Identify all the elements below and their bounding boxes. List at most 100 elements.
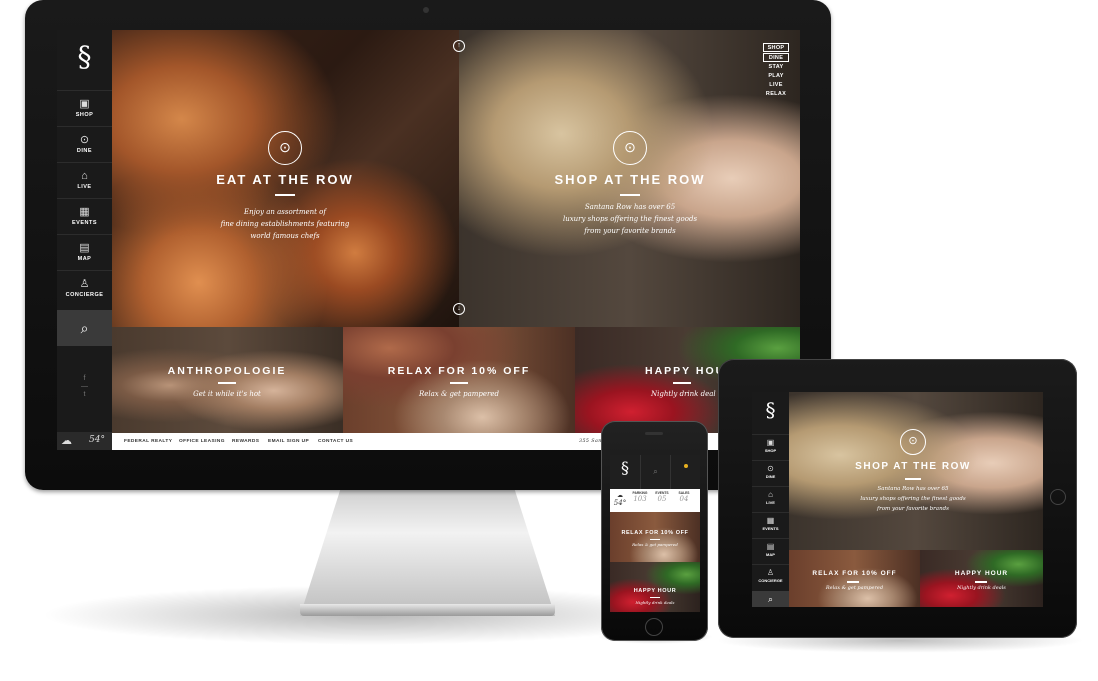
topnav-shop[interactable]: SHOP	[763, 43, 789, 52]
promo-rule	[650, 539, 660, 540]
mobile-stats-bar: ☁ 54° PARKING 103 EVENTS 05 SALES 04	[610, 489, 700, 512]
search-icon[interactable]: ⌕	[640, 455, 670, 489]
stat-sales[interactable]: SALES 04	[676, 491, 692, 503]
topnav-play[interactable]: PLAY	[763, 72, 789, 81]
promo-happy-hour[interactable]: HAPPY HOUR Nightly drink deals	[610, 562, 700, 612]
footer-link[interactable]: EMAIL SIGN UP	[268, 433, 309, 450]
brand-logo-icon[interactable]: §	[610, 458, 640, 486]
hero-subtitle: Santana Row has over 65 luxury shops offe…	[562, 203, 698, 235]
cloud-icon: ☁	[61, 435, 72, 447]
topnav-relax[interactable]: RELAX	[763, 90, 789, 99]
promo-subtitle: Nightly drink deals	[635, 600, 675, 605]
sidebar-item-label: MAP	[766, 552, 775, 557]
promo-anthropologie[interactable]: ANTHROPOLOGIE Get it while it's hot	[112, 327, 343, 433]
sidebar-item-map[interactable]: ▤ MAP	[57, 234, 112, 270]
topnav-stay[interactable]: STAY	[763, 63, 789, 72]
scroll-down-icon[interactable]: ↓	[453, 303, 465, 315]
promo-rule	[975, 581, 987, 583]
sidebar-item-events[interactable]: ▦ EVENTS	[57, 198, 112, 234]
sidebar-item-dine[interactable]: ⊙ DINE	[57, 126, 112, 162]
search-button[interactable]: ⌕	[57, 310, 112, 346]
hero-subtitle: Santana Row has over 65 luxury shops offe…	[860, 486, 966, 512]
desktop-website: § ▣ SHOP ⊙ DINE ⌂ LIVE ▦ EVENTS ▤ MAP ♙ CONCIE…	[57, 30, 800, 450]
hero-shop-panel[interactable]: ⊙ SHOP AT THE ROW Santana Row has over 6…	[459, 30, 800, 327]
home-button-icon	[645, 618, 663, 636]
notification-dot-icon	[684, 464, 688, 468]
sidebar-item-live[interactable]: ⌂ LIVE	[57, 162, 112, 198]
social-divider: —	[81, 383, 88, 390]
promo-relax[interactable]: RELAX FOR 10% OFF Relax & get pampered	[610, 512, 700, 562]
sidebar-item-label: CONCIERGE	[65, 292, 104, 298]
plate-icon: ⊙	[767, 464, 774, 473]
sidebar-item-label: CONCIERGE	[758, 578, 783, 583]
promo-title: HAPPY HOUR	[633, 588, 677, 594]
promo-title: RELAX FOR 10% OFF	[387, 365, 531, 377]
apple-logo-icon	[417, 458, 435, 478]
hero-rule	[620, 194, 640, 196]
footer-link[interactable]: OFFICE LEASING	[179, 433, 225, 450]
footer-link[interactable]: CONTACT US	[318, 433, 353, 450]
facebook-icon[interactable]: f	[57, 375, 112, 382]
brand-logo-icon[interactable]: §	[57, 40, 112, 80]
promo-happy-hour[interactable]: HAPPY HOUR Nightly drink deals	[920, 550, 1043, 607]
stat-events[interactable]: EVENTS 05	[654, 491, 670, 503]
hero-title: EAT AT THE ROW	[216, 172, 354, 187]
promo-relax[interactable]: RELAX FOR 10% OFF Relax & get pampered	[343, 327, 575, 433]
weather-widget: ☁ 54°	[57, 432, 112, 450]
promo-title: RELAX FOR 10% OFF	[621, 530, 689, 536]
sidebar-item-shop[interactable]: ▣ SHOP	[57, 90, 112, 126]
menu-button[interactable]	[670, 455, 700, 489]
plate-icon: ⊙	[268, 131, 302, 165]
hero-rule	[275, 194, 295, 196]
promo-rule	[450, 382, 468, 384]
sidebar-item-map[interactable]: ▤ MAP	[752, 538, 789, 564]
hero-eat-panel[interactable]: ⊙ EAT AT THE ROW Enjoy an assortment of f…	[112, 30, 459, 327]
search-button[interactable]: ⌕	[752, 591, 789, 607]
promo-subtitle: Nightly drink deals	[957, 585, 1006, 591]
sidebar-item-live[interactable]: ⌂ LIVE	[752, 486, 789, 512]
hero-shop-panel[interactable]: ⊙ SHOP AT THE ROW Santana Row has over 6…	[789, 392, 1043, 550]
footer-link[interactable]: REWARDS	[232, 433, 259, 450]
footer-link[interactable]: FEDERAL REALTY	[124, 433, 172, 450]
promo-title: RELAX FOR 10% OFF	[812, 570, 897, 577]
scroll-up-icon[interactable]: ↑	[453, 40, 465, 52]
weather-widget: ☁ 54°	[613, 492, 627, 507]
sidebar-item-label: SHOP	[764, 448, 777, 453]
promo-relax[interactable]: RELAX FOR 10% OFF Relax & get pampered	[789, 550, 920, 607]
home-icon: ⌂	[768, 490, 773, 499]
tablet-sidebar: § ▣ SHOP ⊙ DINE ⌂ LIVE ▦ EVENTS ▤ MAP ♙ CONCIE…	[752, 392, 789, 607]
home-button-icon	[1050, 489, 1066, 505]
hero-title: SHOP AT THE ROW	[554, 172, 706, 187]
topnav-dine[interactable]: DINE	[763, 53, 789, 62]
map-icon: ▤	[79, 242, 90, 254]
sidebar-item-events[interactable]: ▦ EVENTS	[752, 512, 789, 538]
sidebar-item-concierge[interactable]: ♙ CONCIERGE	[57, 270, 112, 306]
camera-icon	[423, 7, 429, 13]
plate-icon: ⊙	[900, 429, 926, 455]
sidebar-item-label: LIVE	[77, 184, 92, 190]
temperature: 54°	[89, 435, 105, 445]
promo-subtitle: Relax & get pampered	[632, 542, 678, 547]
shopping-bag-icon: ▣	[79, 98, 90, 110]
hero-title: SHOP AT THE ROW	[855, 461, 971, 472]
sidebar-item-dine[interactable]: ⊙ DINE	[752, 460, 789, 486]
topnav-live[interactable]: LIVE	[763, 81, 789, 90]
sidebar-item-label: DINE	[765, 474, 776, 479]
promo-title: ANTHROPOLOGIE	[167, 365, 287, 377]
hero-rule	[905, 478, 921, 480]
promo-rule	[650, 597, 660, 598]
plate-icon: ⊙	[613, 131, 647, 165]
sidebar-item-concierge[interactable]: ♙ CONCIERGE	[752, 564, 789, 590]
hero-subtitle: Enjoy an assortment of fine dining establ…	[220, 208, 350, 240]
promo-rule	[847, 581, 859, 583]
map-icon: ▤	[766, 542, 775, 551]
sidebar-item-shop[interactable]: ▣ SHOP	[752, 434, 789, 460]
stat-value: 103	[633, 495, 647, 503]
brand-logo-icon[interactable]: §	[752, 398, 789, 422]
stat-parking[interactable]: PARKING 103	[632, 491, 648, 503]
shopping-bag-icon: ▣	[766, 438, 775, 447]
twitter-icon[interactable]: t	[57, 391, 112, 398]
imac-stand	[300, 488, 555, 616]
calendar-icon: ▦	[766, 516, 775, 525]
mobile-header: § ⌕	[610, 455, 700, 489]
